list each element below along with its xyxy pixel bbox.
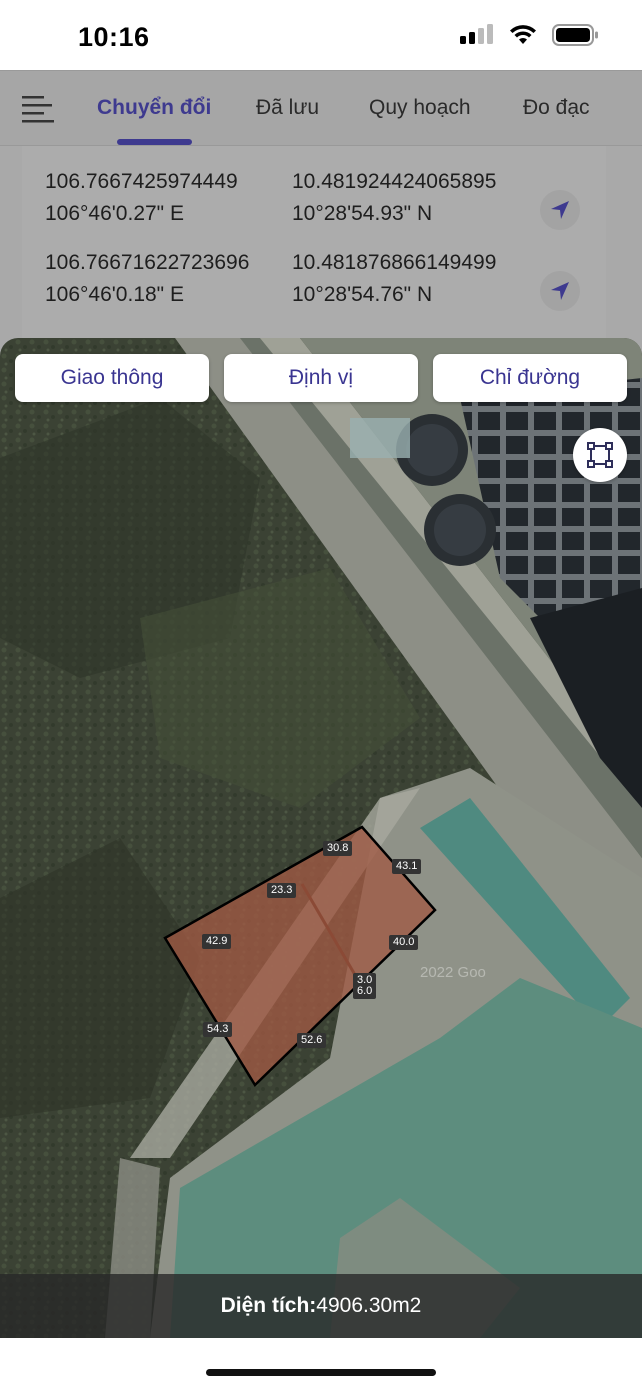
top-navbar: Chuyển đổi Đã lưu Quy hoạch Đo đạc — [0, 70, 642, 146]
dms-latitude: 10°28'54.76" N — [292, 283, 433, 306]
active-tab-indicator — [117, 139, 192, 145]
dms-longitude: 106°46'0.27" E — [45, 202, 184, 225]
edge-length-label: 42.9 — [202, 934, 232, 949]
polygon-select-icon — [587, 442, 613, 468]
area-readout: Diện tích: 4906.30m2 — [0, 1274, 642, 1338]
status-time: 10:16 — [78, 22, 150, 52]
hamburger-icon[interactable] — [20, 93, 56, 125]
battery-icon — [552, 24, 598, 46]
edge-length-label: 30.8 — [323, 841, 353, 856]
tab-do-dac[interactable]: Đo đạc — [523, 96, 590, 120]
cellular-signal-icon — [460, 24, 493, 44]
locate-button[interactable]: Định vị — [224, 354, 418, 402]
decimal-longitude: 106.76671622723696 — [45, 251, 250, 274]
edge-length-label: 40.0 — [389, 935, 419, 950]
wifi-icon — [510, 25, 536, 44]
navigation-arrow-icon — [551, 201, 569, 219]
edge-length-label: 23.3 — [267, 883, 297, 898]
decimal-latitude: 10.481876866149499 — [292, 251, 497, 274]
tab-da-luu[interactable]: Đã lưu — [256, 96, 319, 120]
status-bar: 10:16 — [0, 0, 642, 72]
draw-polygon-button[interactable] — [573, 428, 627, 482]
home-indicator[interactable] — [206, 1369, 436, 1376]
map-watermark: 2022 Goo — [420, 964, 486, 981]
area-label: Diện tích: — [220, 1294, 317, 1317]
edge-length-label: 43.1 — [392, 859, 422, 874]
coordinate-row[interactable]: 106.7667425974449 106°46'0.27" E 10.4819… — [22, 166, 606, 246]
map-imagery — [0, 338, 642, 1338]
decimal-longitude: 106.7667425974449 — [45, 170, 238, 193]
dms-latitude: 10°28'54.93" N — [292, 202, 433, 225]
tab-chuyen-doi[interactable]: Chuyển đổi — [97, 96, 211, 120]
coordinates-list: 106.7667425974449 106°46'0.27" E 10.4819… — [22, 146, 606, 356]
edge-length-label: 54.3 — [203, 1022, 233, 1037]
navigate-button[interactable] — [540, 271, 580, 311]
coordinate-row[interactable]: 106.76671622723696 106°46'0.18" E 10.481… — [22, 247, 606, 327]
edge-length-label: 52.6 — [297, 1033, 327, 1048]
decimal-latitude: 10.481924424065895 — [292, 170, 497, 193]
satellite-map[interactable]: Giao thông Định vị Chỉ đường 30.8 43.1 2… — [0, 338, 642, 1338]
area-value: 4906.30m2 — [316, 1294, 422, 1317]
edge-length-label: 6.0 — [353, 984, 377, 999]
navigate-button[interactable] — [540, 190, 580, 230]
status-icons — [460, 24, 598, 46]
directions-button[interactable]: Chỉ đường — [433, 354, 627, 402]
traffic-button[interactable]: Giao thông — [15, 354, 209, 402]
dms-longitude: 106°46'0.18" E — [45, 283, 184, 306]
navigation-arrow-icon — [551, 282, 569, 300]
tab-quy-hoach[interactable]: Quy hoạch — [369, 96, 471, 120]
